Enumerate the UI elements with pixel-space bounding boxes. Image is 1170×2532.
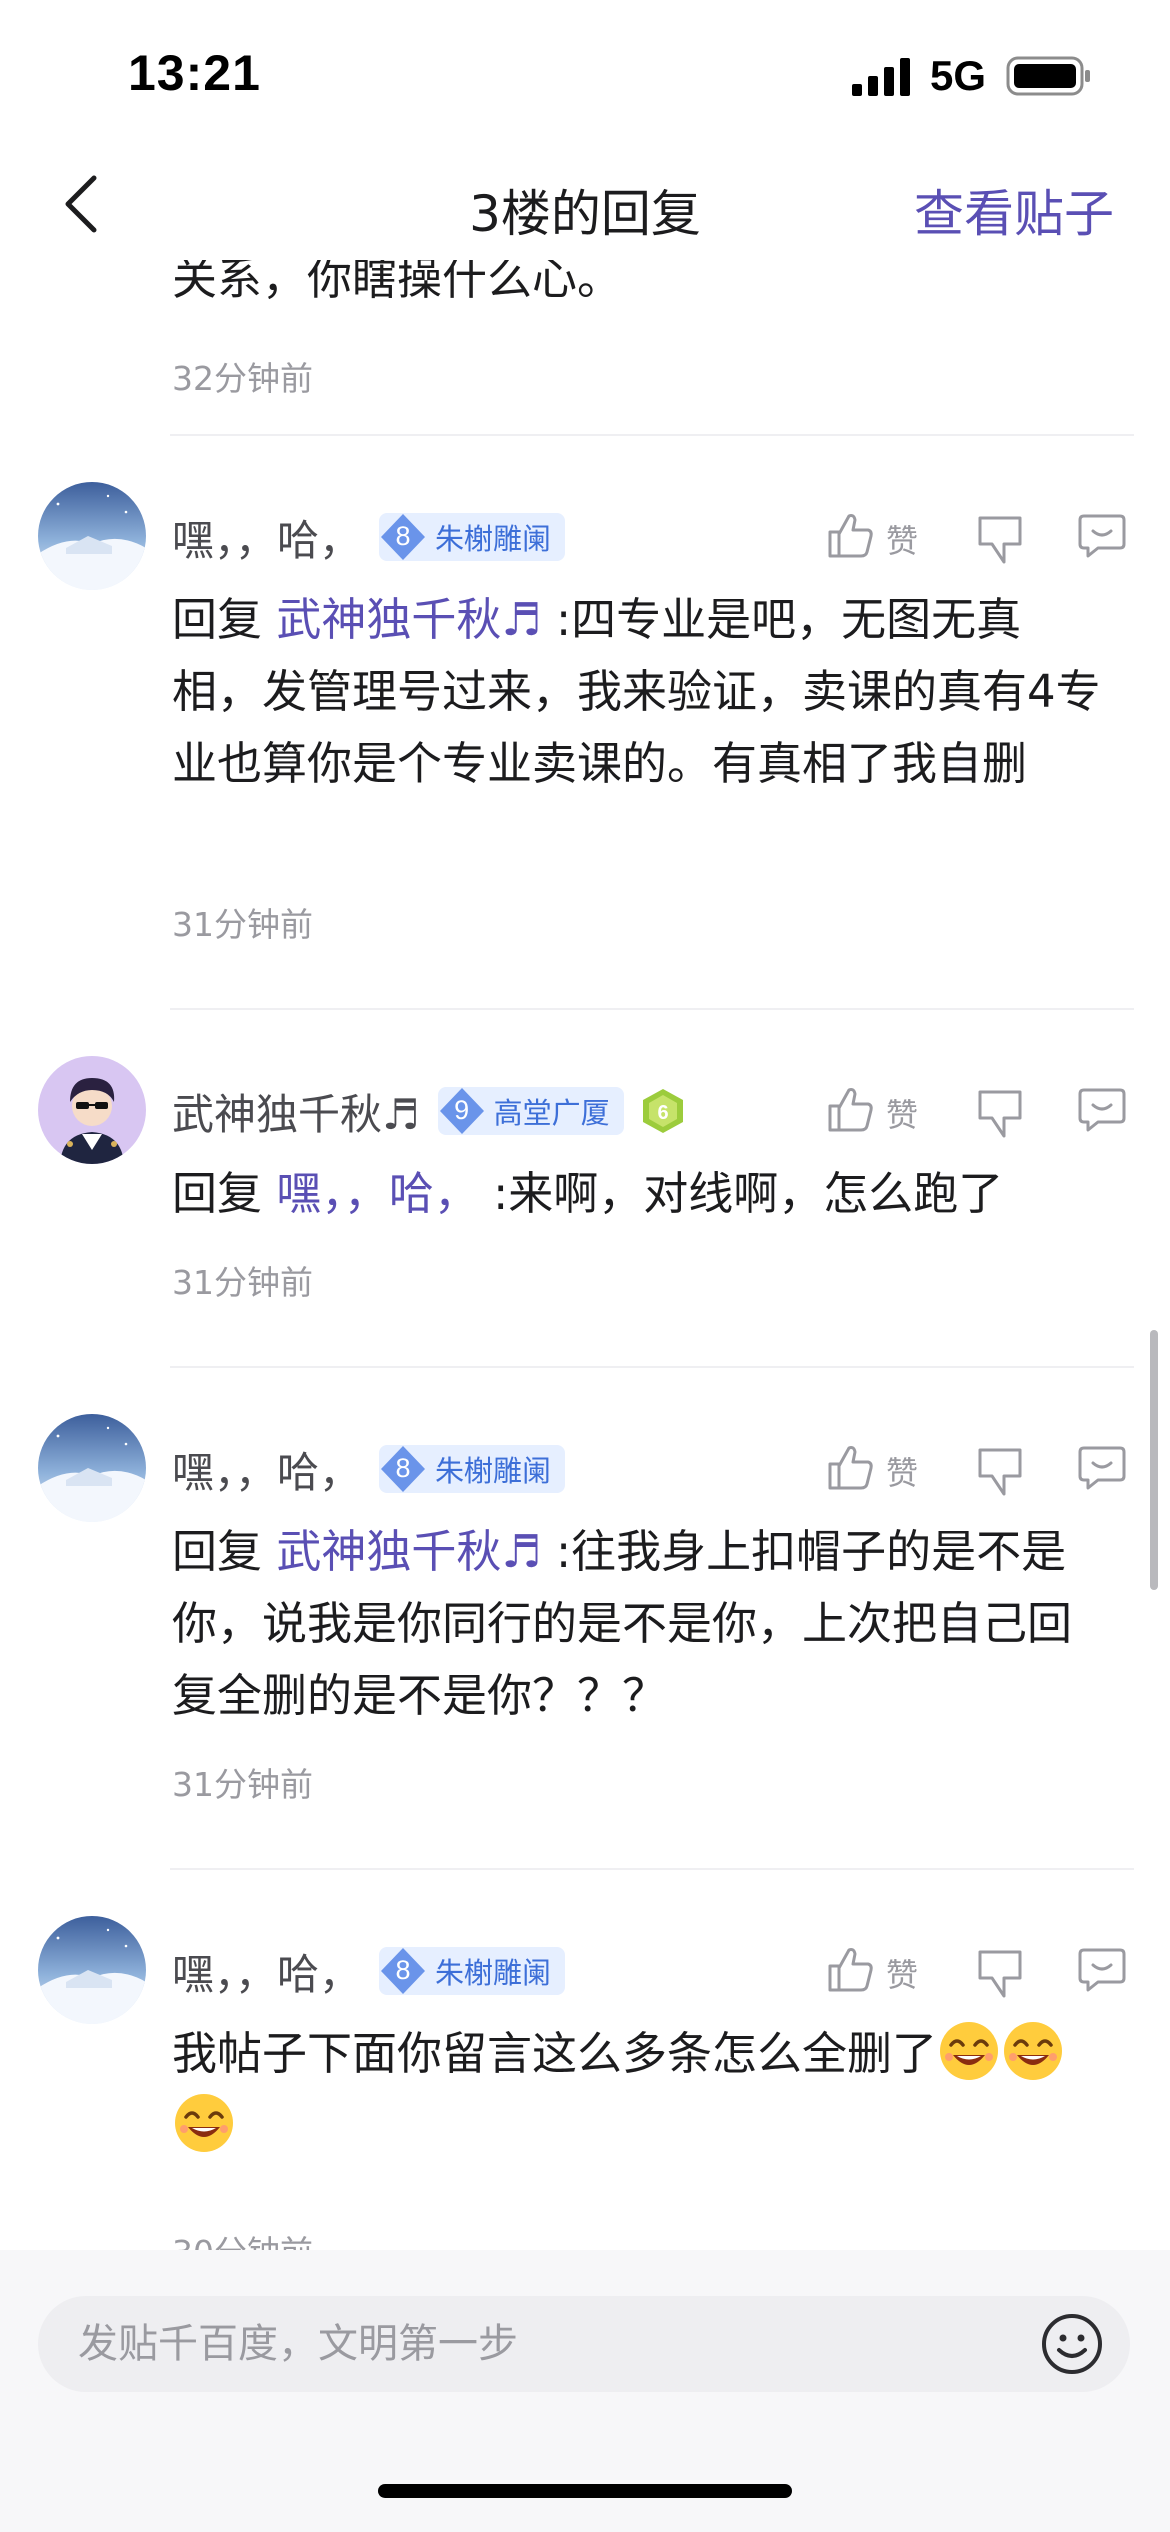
level-badge[interactable]: 8 朱榭雕阑	[379, 1445, 566, 1493]
username[interactable]: 嘿，，哈，	[172, 1941, 361, 2002]
mention-link[interactable]: 武神独千秋♬	[276, 1525, 541, 1578]
reply-list[interactable]: 关系，你瞎操什么心。 32分钟前 嘿，，哈， 8 朱榭雕阑 赞 回复 武神独千秋…	[0, 260, 1170, 2250]
member-gem-icon[interactable]: 6	[638, 1086, 688, 1136]
divider	[170, 1366, 1134, 1368]
comment-text: :来啊，对线啊，怎么跑了	[478, 1167, 1004, 1220]
level-title: 朱榭雕阑	[435, 1956, 552, 1990]
level-badge[interactable]: 8 朱榭雕阑	[379, 513, 566, 561]
comment-text: 我帖子下面你留言这么多条怎么全删了	[172, 2027, 938, 2080]
avatar[interactable]	[38, 1056, 146, 1164]
comment-actions: 赞	[826, 1432, 1136, 1504]
comment-time: 31分钟前	[172, 1765, 313, 1804]
comment-body: 回复 武神独千秋♬ :四专业是吧，无图无真相，发管理号过来，我来验证，卖课的真有…	[172, 584, 1102, 800]
reply-prefix: 回复	[172, 1525, 263, 1578]
thumbs-down-icon[interactable]	[976, 514, 1024, 566]
status-time: 13:21	[128, 45, 261, 101]
username[interactable]: 嘿，，哈，	[172, 507, 361, 568]
gem-number: 6	[657, 1102, 668, 1124]
comment-actions: 赞	[826, 500, 1136, 572]
avatar[interactable]	[38, 1916, 146, 2024]
comment-body: 我帖子下面你留言这么多条怎么全删了	[172, 2018, 1102, 2162]
level-shield-icon: 9	[438, 1087, 490, 1135]
thumbs-up-icon[interactable]	[826, 1084, 874, 1134]
comment-actions: 赞	[826, 1074, 1136, 1146]
thumbs-up-icon[interactable]	[826, 1944, 874, 1994]
avatar[interactable]	[38, 482, 146, 590]
previous-comment-time: 32分钟前	[172, 359, 313, 398]
thumbs-up-icon[interactable]	[826, 1442, 874, 1492]
level-title: 朱榭雕阑	[435, 1454, 552, 1488]
reply-bubble-icon[interactable]	[1076, 1946, 1128, 1994]
thumbs-down-icon[interactable]	[976, 1088, 1024, 1140]
comment-actions: 赞	[826, 1934, 1136, 2006]
like-label[interactable]: 赞	[886, 1448, 918, 1494]
thumbs-down-icon[interactable]	[976, 1446, 1024, 1498]
thumbs-up-icon[interactable]	[826, 510, 874, 560]
smiley-icon[interactable]	[1040, 2312, 1104, 2376]
avatar[interactable]	[38, 1414, 146, 1522]
divider	[170, 1868, 1134, 1870]
like-label[interactable]: 赞	[886, 1090, 918, 1136]
network-label: 5G	[930, 52, 987, 99]
like-label[interactable]: 赞	[886, 516, 918, 562]
level-title: 高堂广厦	[493, 1096, 610, 1130]
reply-bubble-icon[interactable]	[1076, 512, 1128, 560]
laughing-face-emoji	[172, 2091, 236, 2155]
view-post-link[interactable]: 查看贴子	[914, 174, 1114, 246]
level-shield-icon: 8	[379, 513, 431, 561]
like-label[interactable]: 赞	[886, 1950, 918, 1996]
reply-prefix: 回复	[172, 593, 263, 646]
home-indicator[interactable]	[378, 2484, 792, 2498]
username[interactable]: 嘿，，哈，	[172, 1439, 361, 1500]
comment-time: 31分钟前	[172, 1263, 313, 1302]
reply-prefix: 回复	[172, 1167, 263, 1220]
level-badge[interactable]: 9 高堂广厦	[437, 1087, 624, 1135]
comment-time: 30分钟前	[172, 2226, 313, 2250]
comment-meta: 武神独千秋♬ 9 高堂广厦 6	[172, 1076, 688, 1146]
reply-bubble-icon[interactable]	[1076, 1444, 1128, 1492]
level-number: 9	[454, 1095, 470, 1125]
comment-meta: 嘿，，哈， 8 朱榭雕阑	[172, 1936, 566, 2006]
thumbs-down-icon[interactable]	[976, 1948, 1024, 2000]
laughing-face-emoji	[1001, 2019, 1065, 2083]
mention-link[interactable]: 嘿，，哈，	[276, 1167, 479, 1220]
previous-comment-tail: 关系，你瞎操什么心。	[172, 260, 623, 305]
signal-icon	[852, 58, 910, 96]
status-bar: 13:21 5G	[0, 0, 1170, 150]
level-badge[interactable]: 8 朱榭雕阑	[379, 1947, 566, 1995]
comment-meta: 嘿，，哈， 8 朱榭雕阑	[172, 1434, 566, 1504]
comment-meta: 嘿，，哈， 8 朱榭雕阑	[172, 502, 566, 572]
level-number: 8	[395, 521, 411, 551]
laughing-face-emoji	[937, 2019, 1001, 2083]
level-number: 8	[395, 1453, 411, 1483]
comment-time: 31分钟前	[172, 905, 313, 944]
username[interactable]: 武神独千秋♬	[172, 1081, 420, 1142]
battery-icon	[1006, 56, 1090, 96]
comment-body: 回复 嘿，，哈， :来啊，对线啊，怎么跑了	[172, 1158, 1102, 1230]
level-shield-icon: 8	[379, 1445, 431, 1493]
reply-input[interactable]	[38, 2296, 1130, 2392]
mention-link[interactable]: 武神独千秋♬	[276, 593, 541, 646]
comment-body: 回复 武神独千秋♬ :往我身上扣帽子的是不是你，说我是你同行的是不是你，上次把自…	[172, 1516, 1102, 1732]
scrollbar[interactable]	[1150, 1330, 1158, 1590]
level-title: 朱榭雕阑	[435, 522, 552, 556]
level-shield-icon: 8	[379, 1947, 431, 1995]
level-number: 8	[395, 1955, 411, 1985]
divider	[170, 1008, 1134, 1010]
reply-bubble-icon[interactable]	[1076, 1086, 1128, 1134]
divider	[170, 434, 1134, 436]
nav-header: 3楼的回复 查看贴子	[0, 150, 1170, 260]
